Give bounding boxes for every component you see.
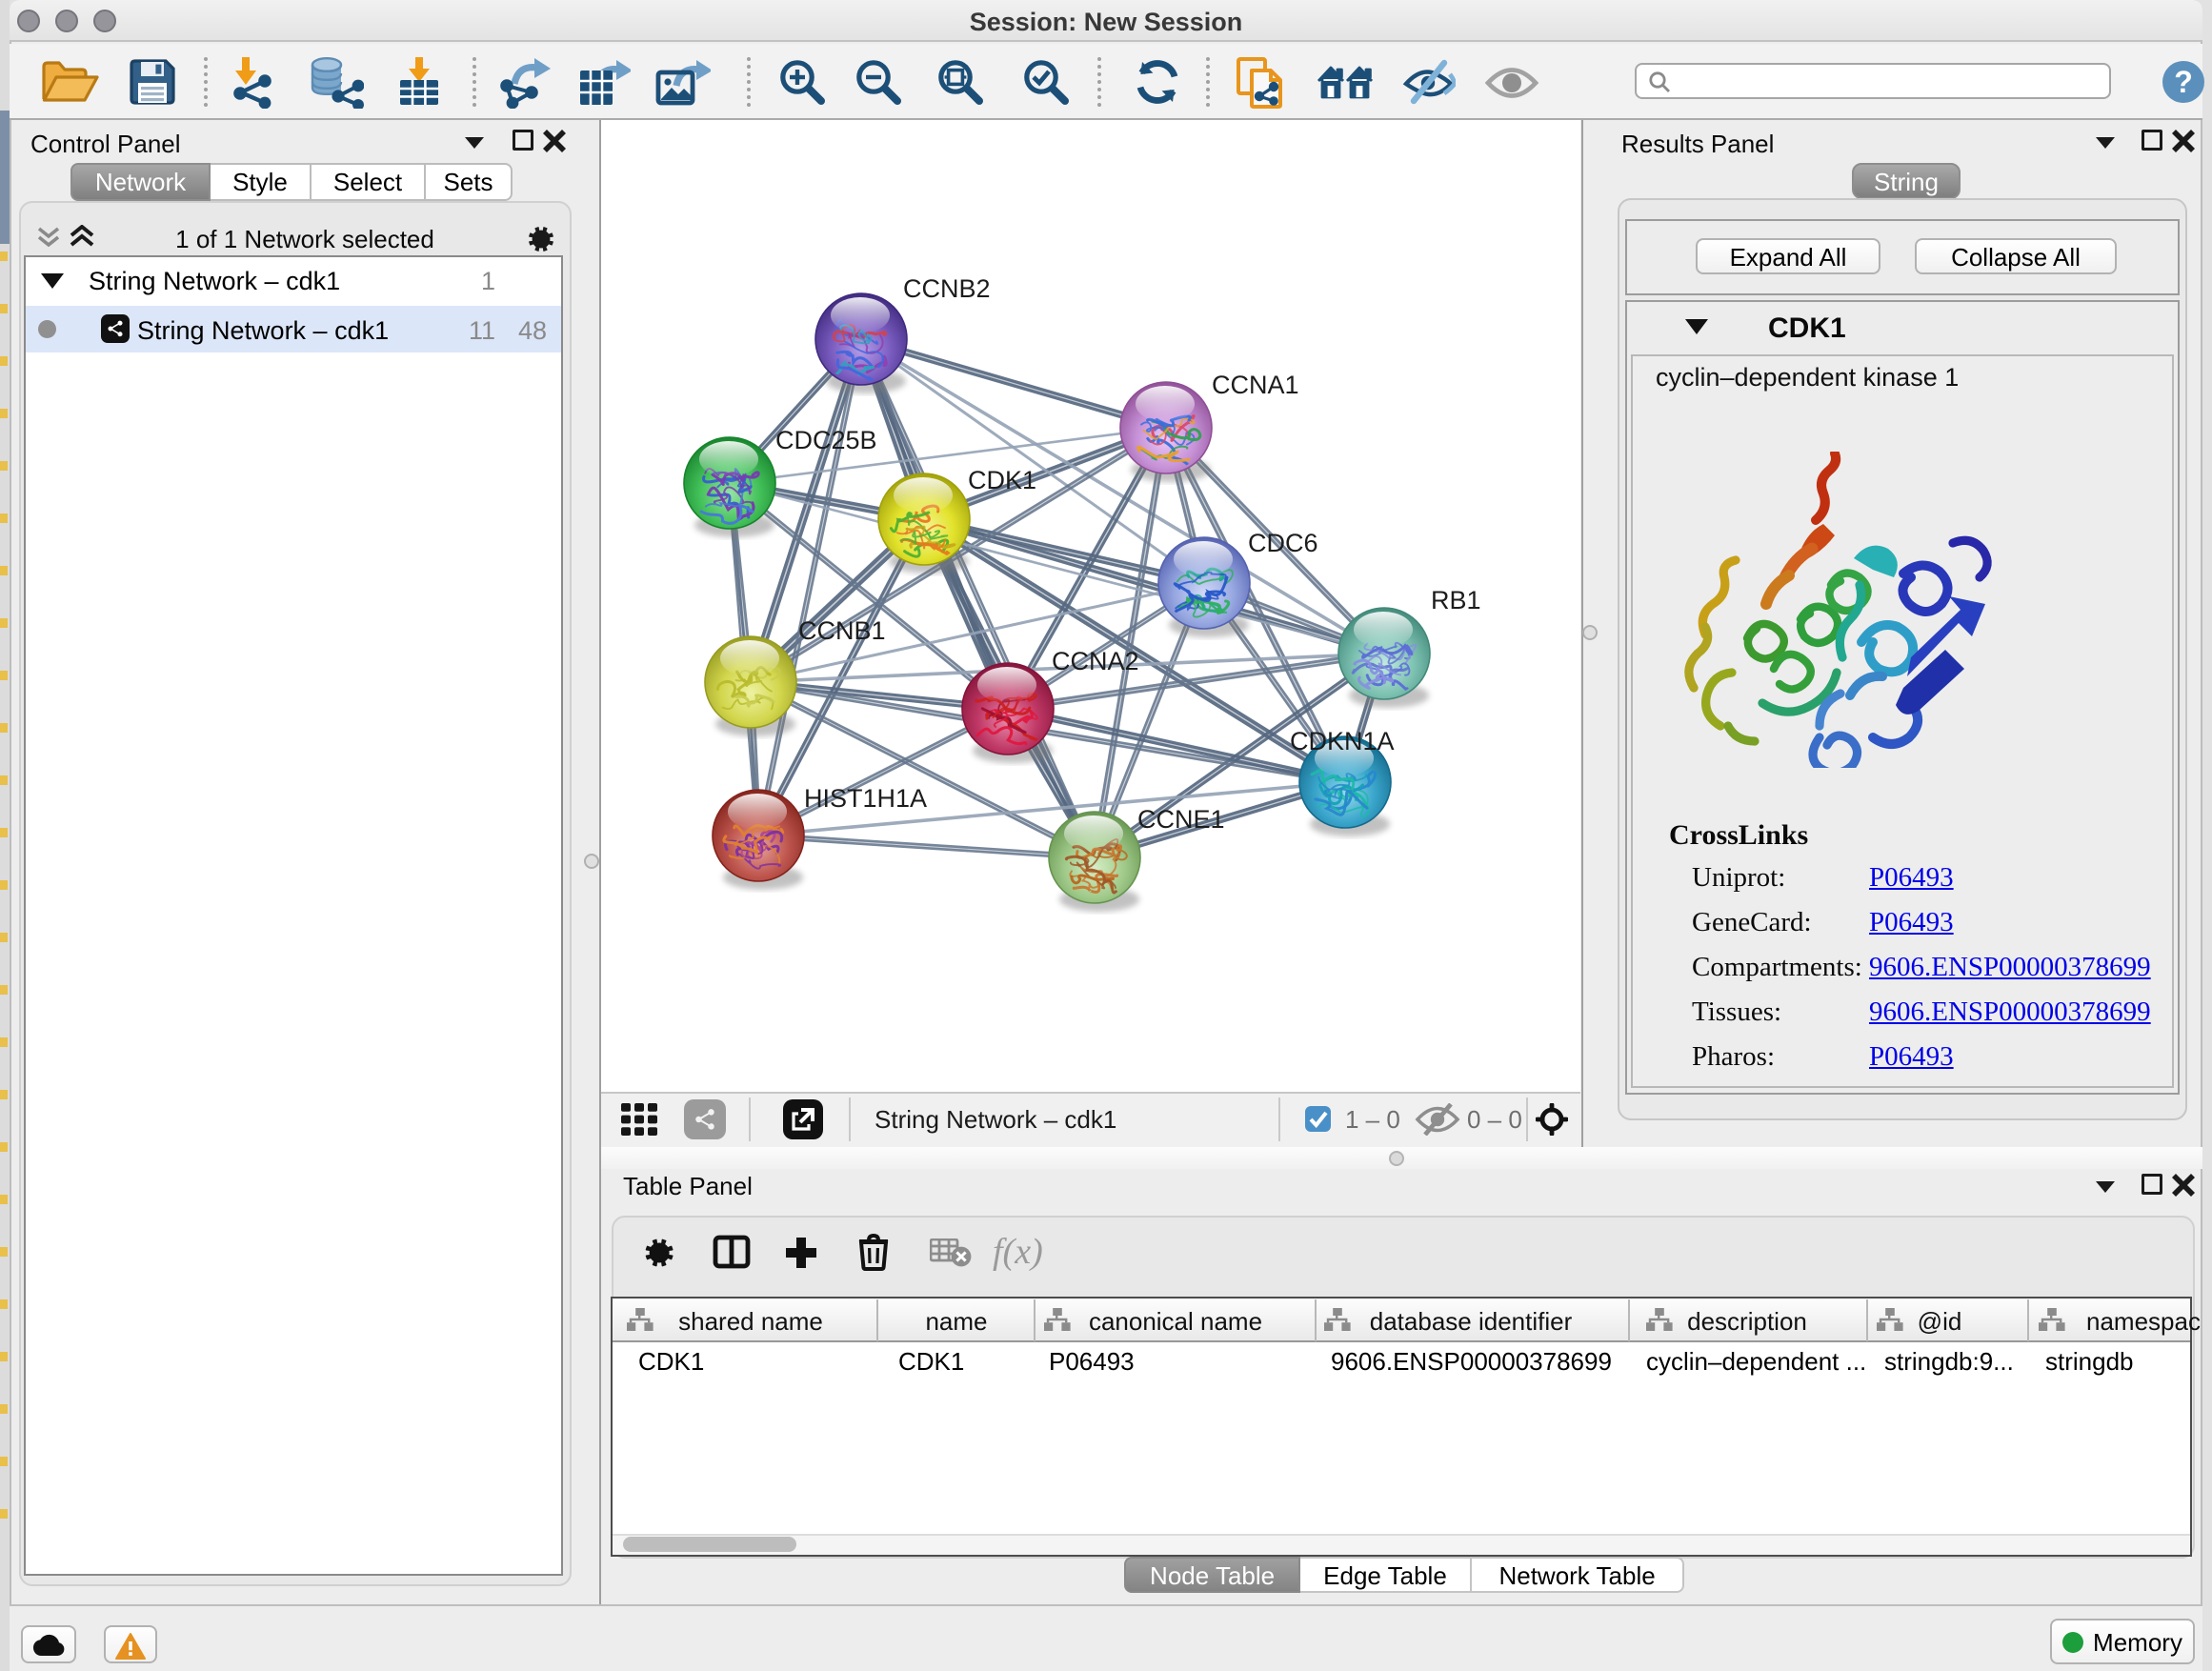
- svg-text:HIST1H1A: HIST1H1A: [804, 784, 927, 813]
- svg-text:?: ?: [2174, 65, 2193, 99]
- svg-text:CDC25B: CDC25B: [775, 426, 877, 454]
- svg-text:CCNB1: CCNB1: [798, 616, 886, 645]
- svg-text:CCNE1: CCNE1: [1137, 805, 1225, 834]
- svg-text:CDK1: CDK1: [968, 466, 1036, 494]
- svg-text:CCNA2: CCNA2: [1052, 647, 1139, 675]
- svg-text:CCNA1: CCNA1: [1212, 371, 1299, 399]
- svg-text:RB1: RB1: [1431, 586, 1481, 614]
- svg-text:CDC6: CDC6: [1248, 529, 1318, 557]
- svg-text:CCNB2: CCNB2: [903, 274, 991, 303]
- svg-text:CDKN1A: CDKN1A: [1290, 727, 1395, 755]
